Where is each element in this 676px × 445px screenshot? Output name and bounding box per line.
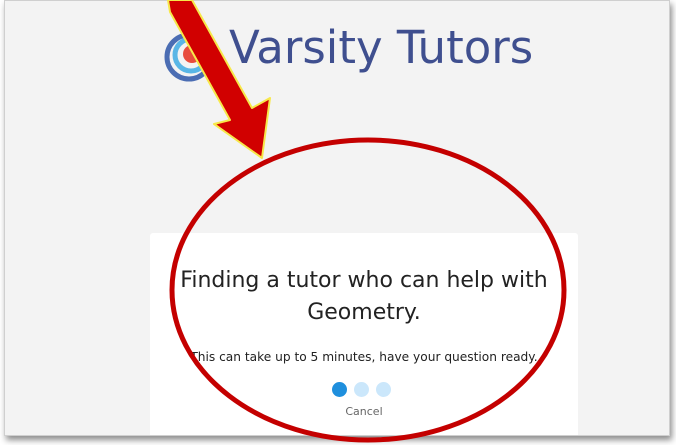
loading-dot [354, 382, 369, 397]
loading-dot [376, 382, 391, 397]
tutor-search-card: Finding a tutor who can help with Geomet… [150, 233, 578, 435]
card-title: Finding a tutor who can help with Geomet… [180, 268, 548, 325]
loading-dot-active [332, 382, 347, 397]
card-subtitle: This can take up to 5 minutes, have your… [190, 350, 538, 364]
cancel-link[interactable]: Cancel [150, 405, 578, 419]
brand-logo: Varsity Tutors [155, 15, 575, 85]
brand-name: Varsity Tutors [229, 21, 534, 74]
app-window: Varsity Tutors Finding a tutor who can h… [4, 0, 670, 436]
varsity-tutors-logo-icon [164, 32, 214, 82]
loading-indicator [332, 382, 402, 398]
